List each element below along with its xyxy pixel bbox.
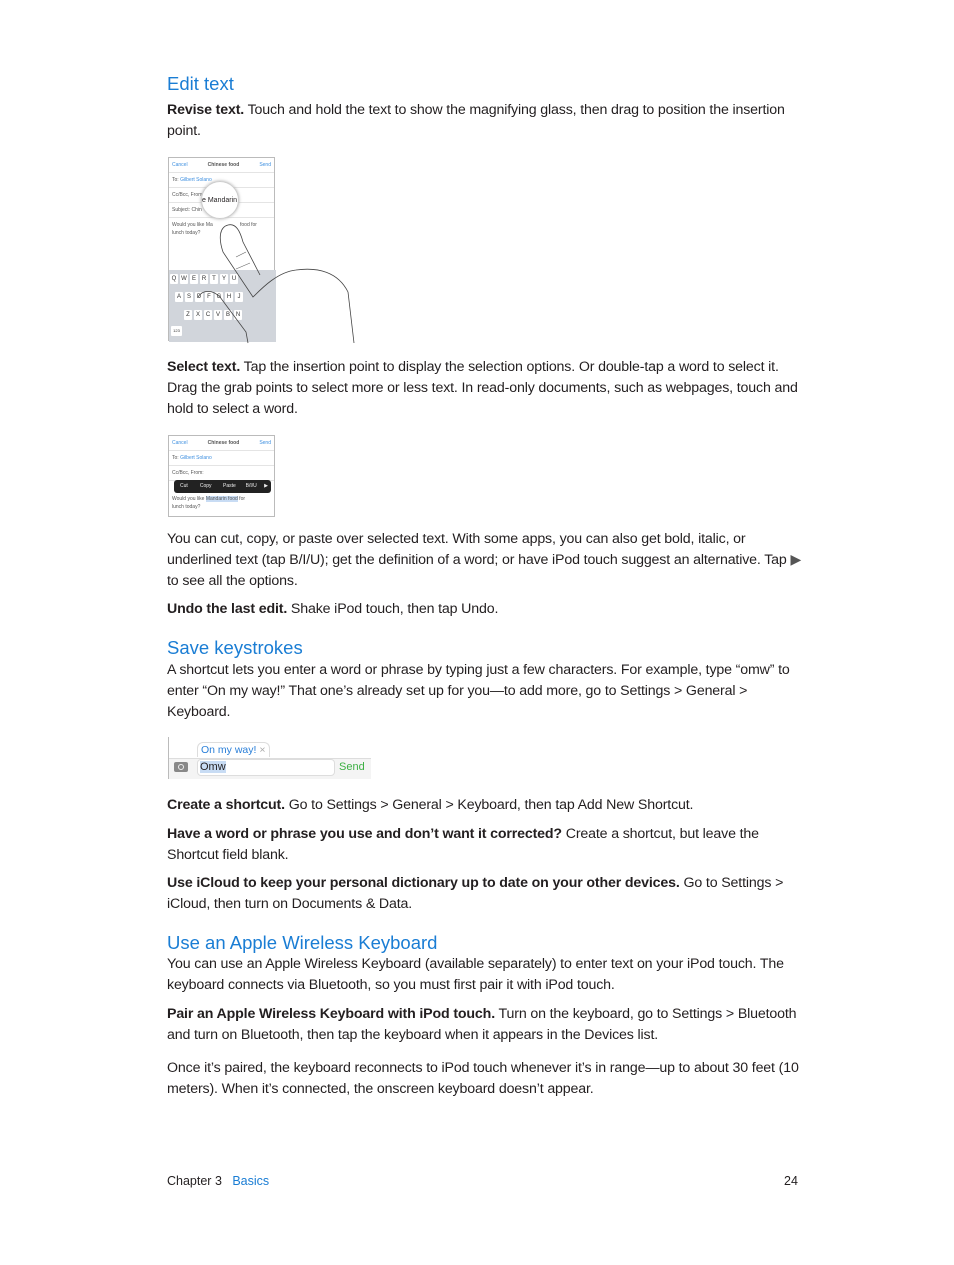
para-create-shortcut: Create a shortcut. Go to Settings > Gene…: [167, 797, 694, 813]
keyboard: QWERTYU ASDFGHJ ZXCVBN 123: [169, 270, 276, 342]
para-once-paired: Once it’s paired, the keyboard reconnect…: [167, 1060, 799, 1097]
para-wireless: You can use an Apple Wireless Keyboard (…: [167, 956, 784, 993]
menu-paste[interactable]: Paste: [218, 480, 242, 493]
send-button[interactable]: Send: [339, 761, 365, 773]
para-undo: Undo the last edit. Shake iPod touch, th…: [167, 601, 499, 617]
menu-biu[interactable]: B/I/U: [241, 480, 261, 493]
menu-copy[interactable]: Copy: [194, 480, 218, 493]
close-icon[interactable]: ×: [259, 744, 265, 756]
para-select-text: Select text. Tap the insertion point to …: [167, 359, 798, 417]
heading-save-keystrokes: Save keystrokes: [167, 637, 303, 658]
heading-wireless-keyboard: Use an Apple Wireless Keyboard: [167, 932, 438, 953]
autocorrect-suggestion[interactable]: On my way! ×: [197, 742, 270, 757]
para-pair: Pair an Apple Wireless Keyboard with iPo…: [167, 1006, 797, 1043]
footer-chapter: Chapter 3 Basics: [167, 1174, 270, 1188]
heading-edit-text: Edit text: [167, 73, 234, 94]
illustration-magnifier: Cancel Chinese food Send To: Gilbert Solan…: [168, 157, 358, 345]
message-input[interactable]: Omw: [197, 759, 335, 776]
para-cut-copy: You can cut, copy, or paste over selecte…: [167, 531, 802, 589]
edit-menu: Cut Copy Paste B/I/U ▶: [174, 480, 271, 493]
para-have-word: Have a word or phrase you use and don’t …: [167, 826, 759, 863]
page-number: 24: [784, 1174, 798, 1188]
para-revise-text: Revise text. Touch and hold the text to …: [167, 102, 785, 139]
play-arrow-icon: ▶: [790, 551, 802, 568]
mail-body-text-continued: food for: [240, 221, 257, 229]
menu-more-arrow-icon[interactable]: ▶: [261, 480, 271, 493]
illustration-shortcut: Omw On my way! × Send: [168, 737, 371, 779]
menu-cut[interactable]: Cut: [174, 480, 194, 493]
para-shortcut: A shortcut lets you enter a word or phra…: [167, 662, 790, 720]
illustration-selection: Cancel Chinese food Send To: Gilbert Solan…: [168, 435, 276, 517]
para-icloud: Use iCloud to keep your personal diction…: [167, 875, 784, 912]
magnifier-loupe: e Mandarin fo: [201, 181, 239, 219]
camera-icon: [174, 762, 188, 772]
chapter-link[interactable]: Basics: [232, 1174, 269, 1188]
